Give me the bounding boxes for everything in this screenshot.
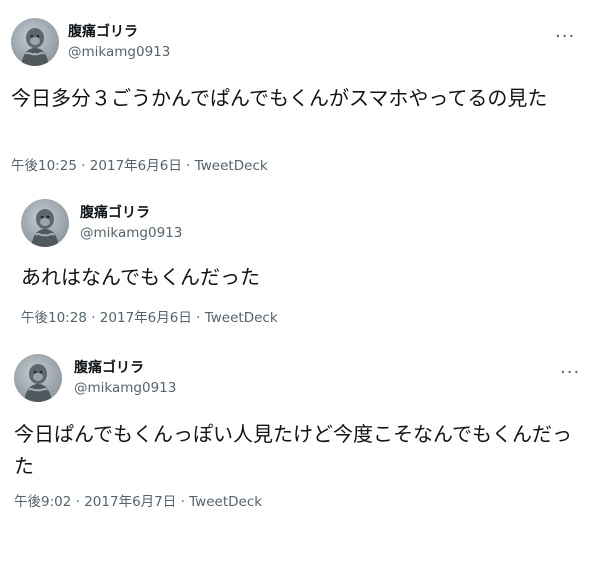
avatar[interactable] xyxy=(14,354,62,402)
tweet-meta: 午後9:02 · 2017年6月7日 · TweetDeck xyxy=(14,493,262,511)
tweet-source[interactable]: TweetDeck xyxy=(205,310,278,326)
tweet-meta: 午後10:25 · 2017年6月6日 · TweetDeck xyxy=(11,157,268,175)
tweet-text: あれはなんでもくんだった xyxy=(21,265,260,289)
user-handle[interactable]: @mikamg0913 xyxy=(80,224,182,242)
display-name[interactable]: 腹痛ゴリラ xyxy=(68,23,138,41)
user-handle[interactable]: @mikamg0913 xyxy=(74,379,176,397)
meta-separator: · xyxy=(196,310,201,326)
tweet-date[interactable]: 2017年6月6日 xyxy=(100,310,192,326)
tweet-time[interactable]: 午後10:28 xyxy=(21,310,87,326)
tweet-2: 腹痛ゴリラ @mikamg0913 あれはなんでもくんだった 午後10:28 ·… xyxy=(0,185,600,340)
tweet-date[interactable]: 2017年6月7日 xyxy=(84,494,176,510)
more-dots-icon[interactable]: ··· xyxy=(560,364,580,386)
meta-separator: · xyxy=(186,158,191,174)
more-dots-icon[interactable]: ··· xyxy=(555,28,575,50)
tweet-1: 腹痛ゴリラ @mikamg0913 ··· 今日多分３ごうかんでぱんでもくんがス… xyxy=(0,0,600,185)
avatar[interactable] xyxy=(11,18,59,66)
user-handle[interactable]: @mikamg0913 xyxy=(68,43,170,61)
tweet-meta: 午後10:28 · 2017年6月6日 · TweetDeck xyxy=(21,309,278,327)
gorilla-avatar-icon xyxy=(24,364,52,402)
tweet-source[interactable]: TweetDeck xyxy=(189,494,262,510)
meta-separator: · xyxy=(180,494,185,510)
avatar[interactable] xyxy=(21,199,69,247)
tweet-text: 今日多分３ごうかんでぱんでもくんがスマホやってるの見た xyxy=(11,86,548,110)
tweet-time[interactable]: 午後9:02 xyxy=(14,494,71,510)
display-name[interactable]: 腹痛ゴリラ xyxy=(74,359,144,377)
gorilla-avatar-icon xyxy=(21,28,49,66)
meta-separator: · xyxy=(81,158,86,174)
meta-separator: · xyxy=(75,494,80,510)
display-name[interactable]: 腹痛ゴリラ xyxy=(80,204,150,222)
tweet-source[interactable]: TweetDeck xyxy=(195,158,268,174)
tweet-date[interactable]: 2017年6月6日 xyxy=(90,158,182,174)
tweet-3: 腹痛ゴリラ @mikamg0913 ··· 今日ぱんでもくんっぽい人見たけど今度… xyxy=(0,340,600,568)
gorilla-avatar-icon xyxy=(31,209,59,247)
tweet-time[interactable]: 午後10:25 xyxy=(11,158,77,174)
meta-separator: · xyxy=(91,310,96,326)
tweet-text: 今日ぱんでもくんっぽい人見たけど今度こそなんでもくんだった xyxy=(14,422,572,478)
